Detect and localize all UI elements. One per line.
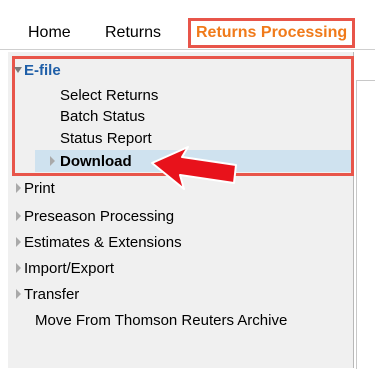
menu-returns-processing[interactable]: Returns Processing [188,18,356,48]
collapsed-triangle-icon[interactable] [16,289,21,299]
collapsed-triangle-icon[interactable] [16,237,21,247]
sidebar-item-preseason-processing[interactable]: Preseason Processing [24,208,174,225]
sidebar-item-print[interactable]: Print [24,180,55,197]
collapsed-triangle-icon[interactable] [16,263,21,273]
sidebar-item-batch-status[interactable]: Batch Status [60,108,145,125]
sidebar-item-efile[interactable]: E-file [24,62,61,79]
sidebar-nav: E-file Select Returns Batch Status Statu… [8,52,354,368]
sidebar-item-download[interactable]: Download [60,153,132,170]
main-content-panel [356,80,375,369]
menu-home[interactable]: Home [28,24,71,42]
top-menu-bar: Home Returns Returns Processing [8,16,375,49]
collapsed-triangle-icon[interactable] [50,156,55,166]
app-frame: Home Returns Returns Processing E-file S… [0,0,375,369]
collapsed-triangle-icon[interactable] [16,183,21,193]
collapsed-triangle-icon[interactable] [16,211,21,221]
sidebar-item-status-report[interactable]: Status Report [60,130,152,147]
menu-returns[interactable]: Returns [105,24,161,42]
sidebar-item-transfer[interactable]: Transfer [24,286,79,303]
sidebar-item-estimates-extensions[interactable]: Estimates & Extensions [24,234,182,251]
sidebar-item-select-returns[interactable]: Select Returns [60,87,158,104]
expanded-triangle-icon[interactable] [14,67,22,73]
sidebar-item-import-export[interactable]: Import/Export [24,260,114,277]
sidebar-item-move-from-archive[interactable]: Move From Thomson Reuters Archive [35,312,287,329]
red-arrow-icon [151,146,237,190]
menu-divider [0,49,375,50]
